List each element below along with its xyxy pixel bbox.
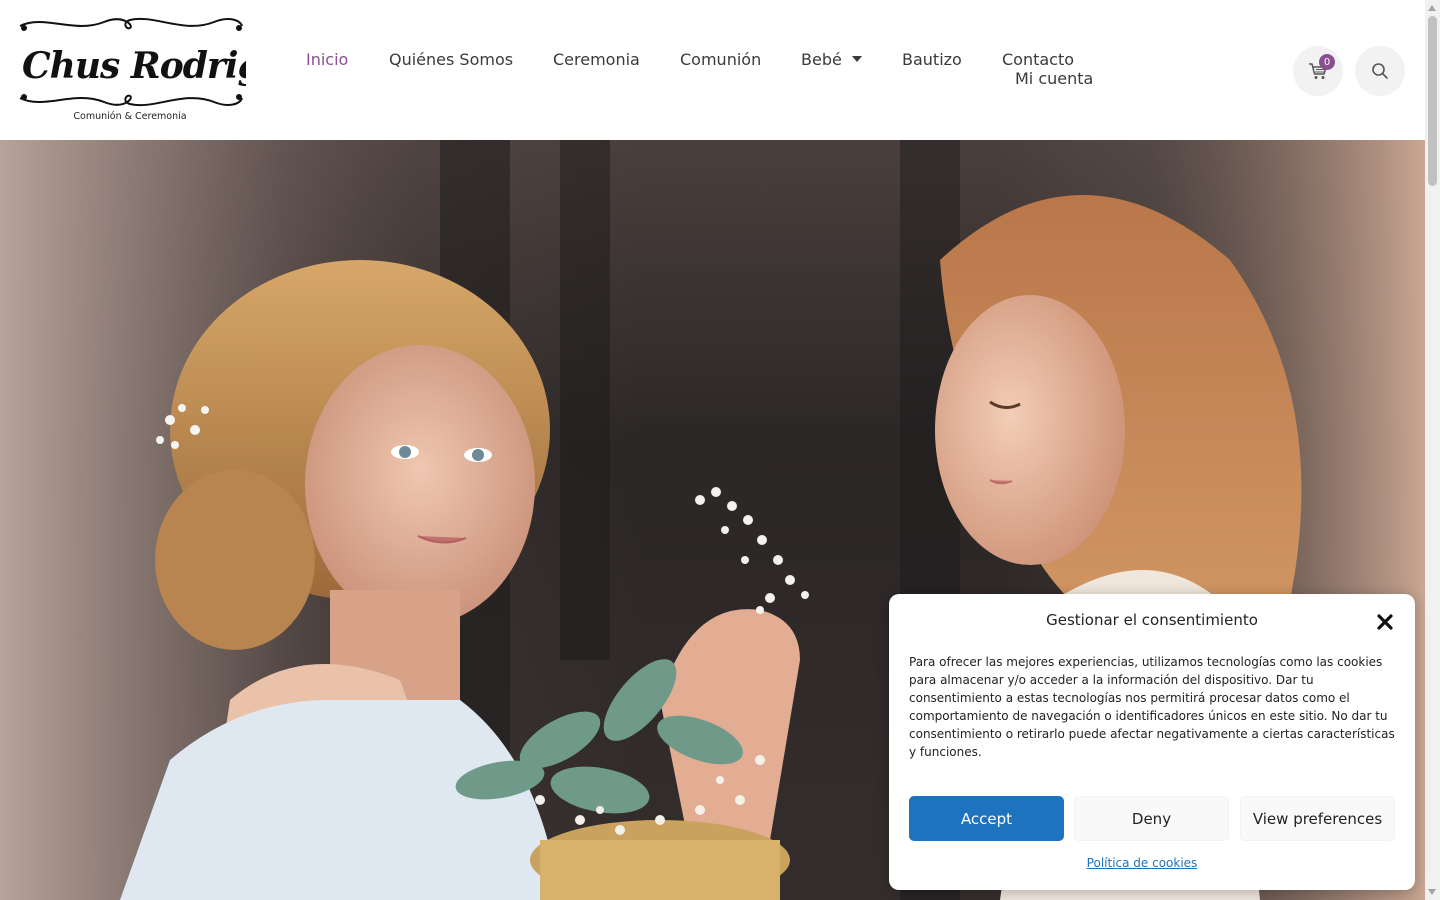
- consent-body-text: Para ofrecer las mejores experiencias, u…: [909, 655, 1395, 759]
- caret-down-icon: [851, 56, 862, 62]
- site-logo[interactable]: Chus Rodriguez Comunión & Ceremonia: [14, 12, 332, 124]
- scroll-up-arrow-icon[interactable]: [1428, 5, 1436, 11]
- consent-close-button[interactable]: [1375, 612, 1395, 632]
- deny-button[interactable]: Deny: [1074, 796, 1229, 841]
- cart-button[interactable]: 0: [1293, 46, 1343, 96]
- site-header: Chus Rodriguez Comunión & Ceremonia Inic…: [0, 0, 1425, 140]
- close-icon: [1377, 614, 1393, 630]
- nav-item-bautizo[interactable]: Bautizo: [902, 50, 962, 70]
- search-icon: [1372, 63, 1388, 79]
- nav-item-ceremonia[interactable]: Ceremonia: [553, 50, 640, 70]
- nav-item-comunion[interactable]: Comunión: [680, 50, 761, 70]
- nav-item-mi-cuenta[interactable]: Mi cuenta: [1015, 69, 1093, 89]
- cookie-policy-link[interactable]: Política de cookies: [909, 856, 1375, 870]
- nav-item-inicio[interactable]: Inicio: [306, 50, 348, 70]
- nav-item-bebe[interactable]: Bebé: [801, 50, 862, 70]
- scrollbar-thumb[interactable]: [1428, 16, 1437, 186]
- logo-subtitle: Comunión & Ceremonia: [73, 111, 186, 122]
- view-preferences-button[interactable]: View preferences: [1240, 796, 1395, 841]
- scroll-down-arrow-icon[interactable]: [1428, 889, 1436, 895]
- accept-button[interactable]: Accept: [909, 796, 1064, 841]
- main-nav: Inicio Quiénes Somos Ceremonia Comunión …: [306, 50, 1136, 88]
- logo-script-text: Chus Rodriguez: [22, 45, 246, 87]
- nav-item-bebe-label: Bebé: [801, 50, 842, 69]
- consent-title: Gestionar el consentimiento: [1046, 611, 1258, 629]
- cookie-consent-dialog: Gestionar el consentimiento Para ofrecer…: [889, 594, 1415, 890]
- logo-graphic: Chus Rodriguez Comunión & Ceremonia: [19, 17, 332, 122]
- nav-item-contacto[interactable]: Contacto: [1002, 50, 1074, 70]
- nav-item-quienes-somos[interactable]: Quiénes Somos: [389, 50, 513, 70]
- page-scrollbar[interactable]: [1425, 0, 1440, 900]
- search-button[interactable]: [1355, 46, 1405, 96]
- cart-count-badge: 0: [1319, 54, 1335, 70]
